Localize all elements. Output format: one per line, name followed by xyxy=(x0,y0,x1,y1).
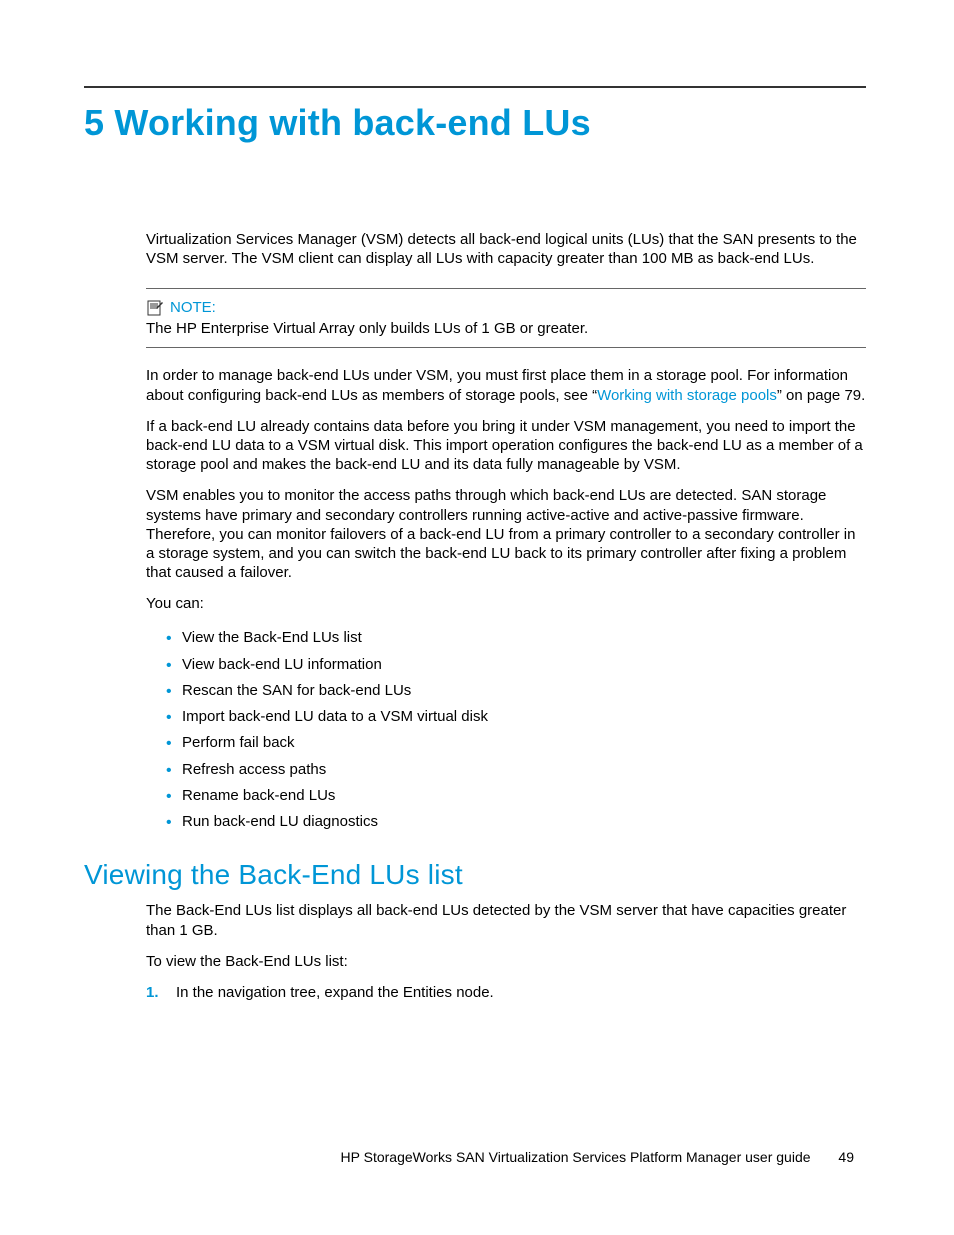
note-label: NOTE: xyxy=(170,299,216,316)
step-text: In the navigation tree, expand the Entit… xyxy=(176,983,494,1003)
note-rule-bottom xyxy=(146,347,866,348)
list-item: View back-end LU information xyxy=(166,652,866,678)
para-monitor: VSM enables you to monitor the access pa… xyxy=(146,486,866,582)
section-lead: To view the Back-End LUs list: xyxy=(146,952,866,971)
list-item: Rescan the SAN for back-end LUs xyxy=(166,678,866,704)
page-number: 49 xyxy=(838,1149,854,1165)
page-footer: HP StorageWorks SAN Virtualization Servi… xyxy=(341,1149,854,1165)
link-storage-pools[interactable]: Working with storage pools xyxy=(597,387,777,404)
list-item: View the Back-End LUs list xyxy=(166,625,866,651)
note-box: NOTE: The HP Enterprise Virtual Array on… xyxy=(146,288,866,348)
footer-text: HP StorageWorks SAN Virtualization Servi… xyxy=(341,1149,811,1165)
page: 5 Working with back-end LUs Virtualizati… xyxy=(0,0,954,1235)
intro-paragraph: Virtualization Services Manager (VSM) de… xyxy=(146,230,866,268)
para-import: If a back-end LU already contains data b… xyxy=(146,417,866,475)
para-pool-post: ” on page 79. xyxy=(777,387,865,404)
list-item: Rename back-end LUs xyxy=(166,783,866,809)
chapter-title: 5 Working with back-end LUs xyxy=(84,102,866,144)
you-can-label: You can: xyxy=(146,594,866,613)
list-item: Import back-end LU data to a VSM virtual… xyxy=(166,704,866,730)
step-row: 1. In the navigation tree, expand the En… xyxy=(146,983,866,1003)
section-intro: The Back-End LUs list displays all back-… xyxy=(146,901,866,939)
step-number: 1. xyxy=(146,983,162,1003)
list-item: Perform fail back xyxy=(166,730,866,756)
step-list: 1. In the navigation tree, expand the En… xyxy=(146,983,866,1003)
section-title: Viewing the Back-End LUs list xyxy=(84,859,866,891)
top-rule xyxy=(84,86,866,88)
content-block: Virtualization Services Manager (VSM) de… xyxy=(146,230,866,1003)
note-heading: NOTE: xyxy=(146,299,866,316)
note-rule-top xyxy=(146,288,866,289)
note-icon xyxy=(146,300,164,316)
list-item: Refresh access paths xyxy=(166,757,866,783)
list-item: Run back-end LU diagnostics xyxy=(166,809,866,835)
note-text: The HP Enterprise Virtual Array only bui… xyxy=(146,320,866,337)
para-storage-pool: In order to manage back-end LUs under VS… xyxy=(146,366,866,404)
action-list: View the Back-End LUs list View back-end… xyxy=(146,625,866,835)
